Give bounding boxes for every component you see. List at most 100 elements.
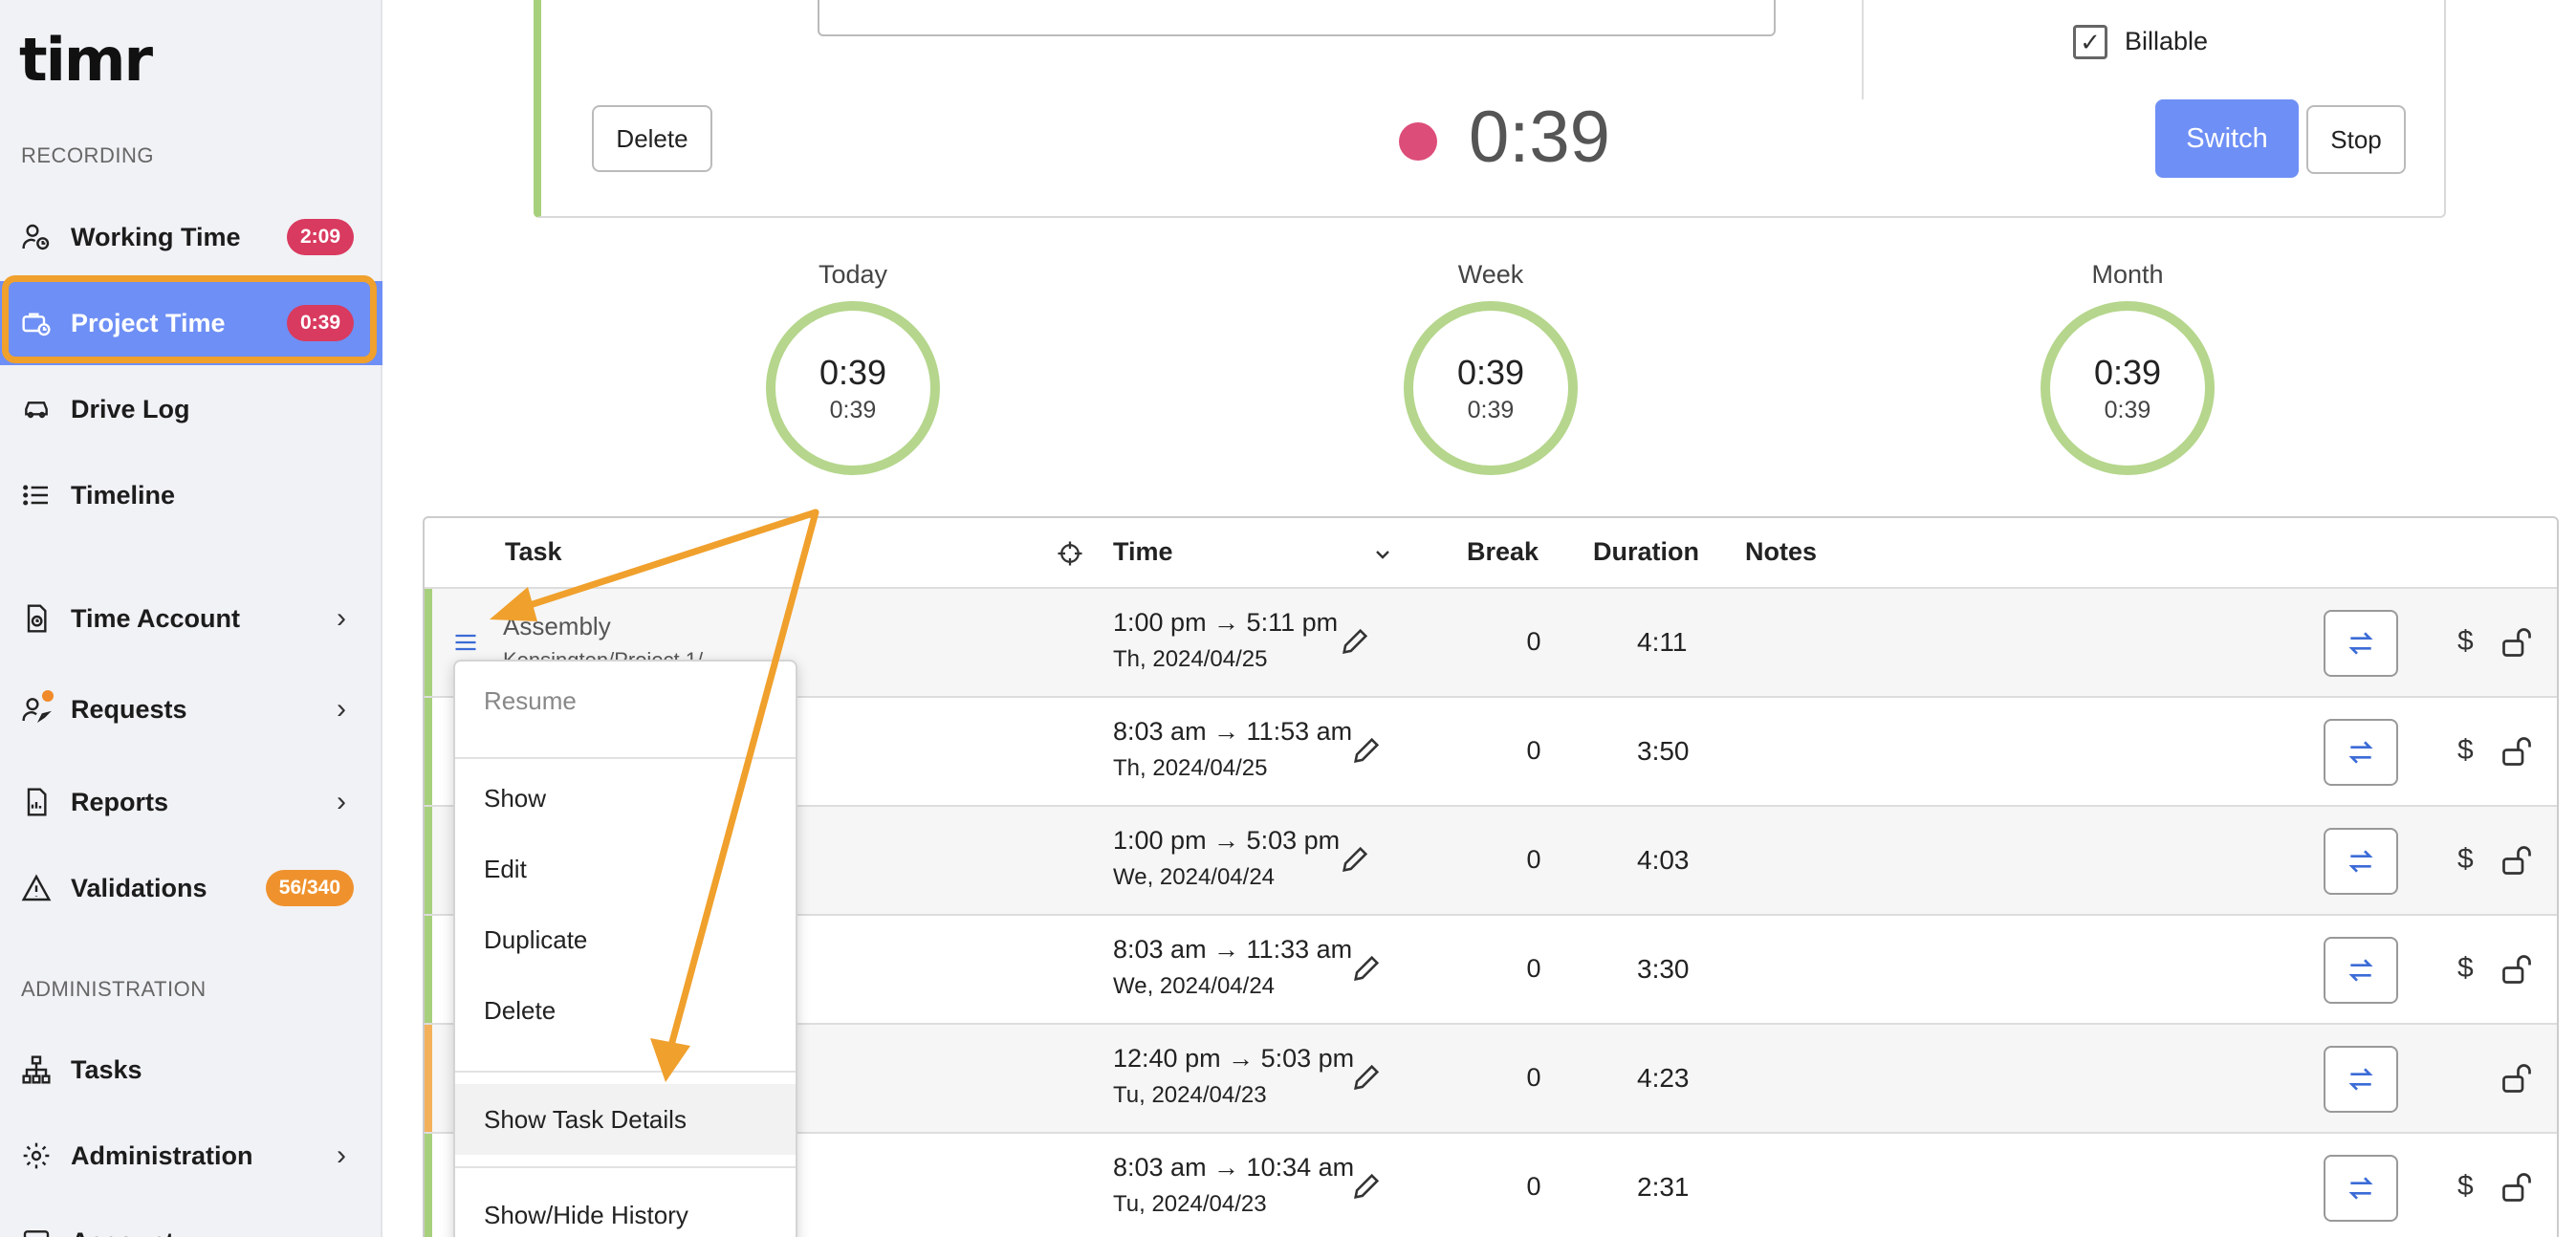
- pencil-icon[interactable]: [1350, 952, 1383, 985]
- summary-label: Week: [1457, 260, 1524, 289]
- delete-button[interactable]: Delete: [592, 105, 712, 172]
- summary-ring: 0:39 0:39: [766, 301, 940, 475]
- chevron-right-icon: ›: [337, 1139, 346, 1171]
- swap-arrows-icon: [2348, 632, 2373, 655]
- notes-textarea[interactable]: [818, 0, 1776, 36]
- switch-task-button[interactable]: [2324, 610, 2398, 677]
- project-time-badge: 0:39: [286, 305, 354, 341]
- pencil-icon[interactable]: [1350, 734, 1383, 767]
- chevron-right-icon: ›: [337, 786, 346, 817]
- menu-item-show-task-details[interactable]: Show Task Details: [455, 1084, 796, 1155]
- billable-dollar-icon[interactable]: $: [2457, 1170, 2474, 1203]
- row-color-bar: [425, 698, 432, 805]
- entry-time-range: 8:03 am → 11:53 am: [1113, 717, 1353, 746]
- sidebar-item-project-time[interactable]: Project Time 0:39: [0, 281, 382, 365]
- entry-date: We, 2024/04/24: [1113, 864, 1276, 890]
- pencil-icon[interactable]: [1339, 625, 1371, 658]
- hamburger-menu-icon[interactable]: [451, 629, 480, 656]
- pencil-icon[interactable]: [1350, 1170, 1383, 1203]
- entry-break: 0: [1526, 627, 1541, 656]
- sidebar-item-working-time[interactable]: Working Time 2:09: [0, 195, 382, 279]
- sidebar-item-drive-log[interactable]: Drive Log: [0, 367, 382, 451]
- summary-ring: 0:39 0:39: [2041, 301, 2215, 475]
- billable-checkbox[interactable]: ✓: [2073, 25, 2107, 59]
- sidebar-item-administration[interactable]: Administration ›: [0, 1114, 382, 1198]
- summary-value: 0:39: [819, 352, 887, 392]
- menu-item-show[interactable]: Show: [455, 763, 796, 834]
- menu-item-show-hide-history[interactable]: Show/Hide History: [455, 1180, 796, 1237]
- column-header-time[interactable]: Time: [1113, 537, 1173, 567]
- summary-value: 0:39: [1456, 352, 1525, 392]
- sidebar-item-requests[interactable]: Requests ›: [0, 667, 382, 751]
- swap-arrows-icon: [2348, 1068, 2373, 1091]
- app-logo[interactable]: timr: [19, 25, 153, 95]
- entry-time-range: 12:40 pm → 5:03 pm: [1113, 1044, 1355, 1073]
- summary-today: Today 0:39 0:39: [762, 260, 944, 475]
- summary-label: Month: [2091, 260, 2164, 289]
- row-context-menu: Resume Show Edit Duplicate Delete Show T…: [453, 660, 797, 1237]
- report-icon: [19, 785, 54, 819]
- sidebar-item-label: Reports: [71, 787, 169, 816]
- sidebar-item-reports[interactable]: Reports ›: [0, 760, 382, 844]
- entry-date: Th, 2024/04/25: [1113, 755, 1268, 781]
- warning-icon: [19, 871, 54, 905]
- menu-item-delete[interactable]: Delete: [455, 975, 796, 1046]
- chevron-down-icon[interactable]: [1371, 543, 1394, 566]
- unlock-icon[interactable]: [2500, 843, 2534, 878]
- menu-item-resume[interactable]: Resume: [455, 665, 796, 736]
- pencil-icon[interactable]: [1350, 1061, 1383, 1094]
- billable-dollar-icon[interactable]: $: [2457, 843, 2474, 876]
- switch-task-button[interactable]: [2324, 1155, 2398, 1222]
- unlock-icon[interactable]: [2500, 1170, 2534, 1204]
- column-header-duration: Duration: [1593, 537, 1699, 566]
- sidebar-item-label: Project Time: [71, 308, 226, 337]
- entry-break: 0: [1526, 1063, 1541, 1092]
- unlock-icon[interactable]: [2500, 1061, 2534, 1096]
- sidebar-item-tasks[interactable]: Tasks: [0, 1028, 382, 1112]
- summary-ring: 0:39 0:39: [1404, 301, 1578, 475]
- switch-task-button[interactable]: [2324, 719, 2398, 786]
- entry-break: 0: [1526, 845, 1541, 874]
- menu-item-edit[interactable]: Edit: [455, 834, 796, 904]
- sidebar-item-validations[interactable]: Validations 56/340: [0, 846, 382, 930]
- car-icon: [19, 392, 54, 426]
- entry-duration: 2:31: [1637, 1172, 1690, 1202]
- switch-task-button[interactable]: [2324, 828, 2398, 895]
- swap-arrows-icon: [2348, 1177, 2373, 1200]
- entry-break: 0: [1526, 954, 1541, 983]
- working-time-badge: 2:09: [286, 219, 354, 255]
- billable-dollar-icon[interactable]: $: [2457, 625, 2474, 658]
- switch-button[interactable]: Switch: [2155, 99, 2299, 178]
- unlock-icon[interactable]: [2500, 625, 2534, 660]
- entry-time-range: 8:03 am → 11:33 am: [1113, 935, 1353, 964]
- unlock-icon[interactable]: [2500, 952, 2534, 987]
- menu-item-duplicate[interactable]: Duplicate: [455, 904, 796, 975]
- hierarchy-icon: [19, 1053, 54, 1087]
- column-header-task[interactable]: Task: [505, 537, 562, 567]
- summary-sub: 0:39: [829, 396, 877, 423]
- notification-dot: [42, 690, 54, 702]
- switch-task-button[interactable]: [2324, 1046, 2398, 1113]
- sidebar-item-label: Tasks: [71, 1054, 142, 1084]
- column-header-notes: Notes: [1745, 537, 1818, 566]
- entry-duration: 3:50: [1637, 736, 1690, 766]
- sidebar-item-time-account[interactable]: Time Account ›: [0, 576, 382, 661]
- switch-task-button[interactable]: [2324, 937, 2398, 1004]
- crosshair-icon[interactable]: [1056, 539, 1084, 568]
- sidebar-item-account[interactable]: Account: [0, 1200, 382, 1237]
- billable-dollar-icon[interactable]: $: [2457, 952, 2474, 985]
- list-icon: [19, 478, 54, 512]
- billable-dollar-icon[interactable]: $: [2457, 734, 2474, 767]
- pencil-icon[interactable]: [1339, 843, 1371, 876]
- sidebar-item-label: Timeline: [71, 480, 176, 510]
- section-label-recording: RECORDING: [21, 143, 154, 167]
- stop-button[interactable]: Stop: [2306, 105, 2406, 174]
- task-name: Assembly: [503, 612, 611, 640]
- sidebar-item-label: Administration: [71, 1140, 253, 1170]
- entry-date: We, 2024/04/24: [1113, 973, 1276, 999]
- swap-arrows-icon: [2348, 850, 2373, 873]
- unlock-icon[interactable]: [2500, 734, 2534, 769]
- validations-badge: 56/340: [265, 870, 354, 906]
- sidebar-item-timeline[interactable]: Timeline: [0, 453, 382, 537]
- row-color-bar: [425, 916, 432, 1023]
